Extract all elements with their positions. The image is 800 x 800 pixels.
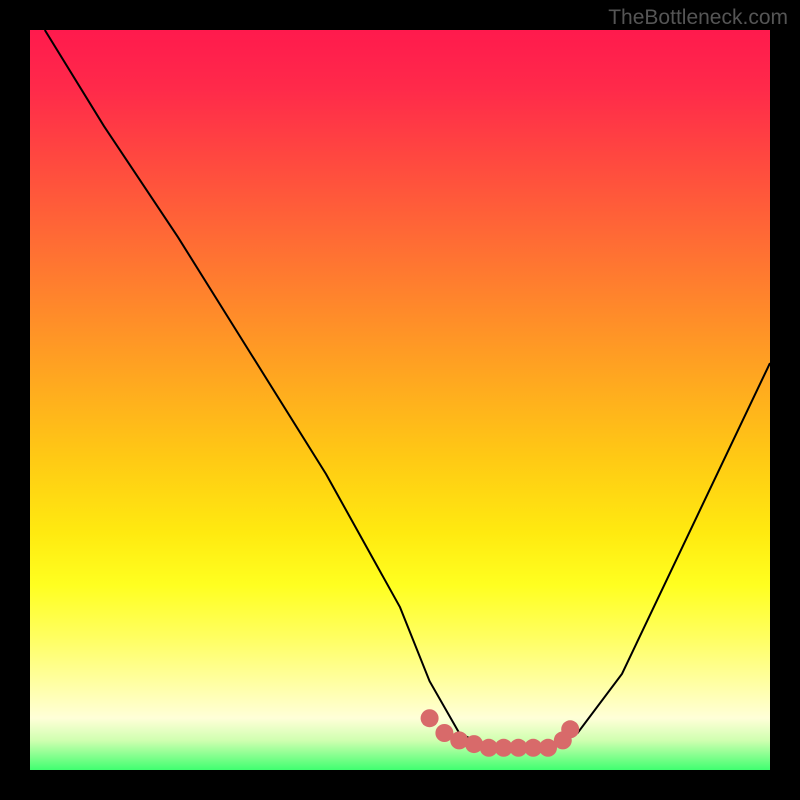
watermark-text: TheBottleneck.com: [608, 6, 788, 30]
curve-svg: [30, 30, 770, 770]
bottleneck-curve-path: [45, 30, 770, 748]
highlight-dot: [561, 720, 579, 738]
highlight-dots-group: [421, 709, 580, 757]
highlight-dot: [421, 709, 439, 727]
chart-container: TheBottleneck.com: [0, 0, 800, 800]
